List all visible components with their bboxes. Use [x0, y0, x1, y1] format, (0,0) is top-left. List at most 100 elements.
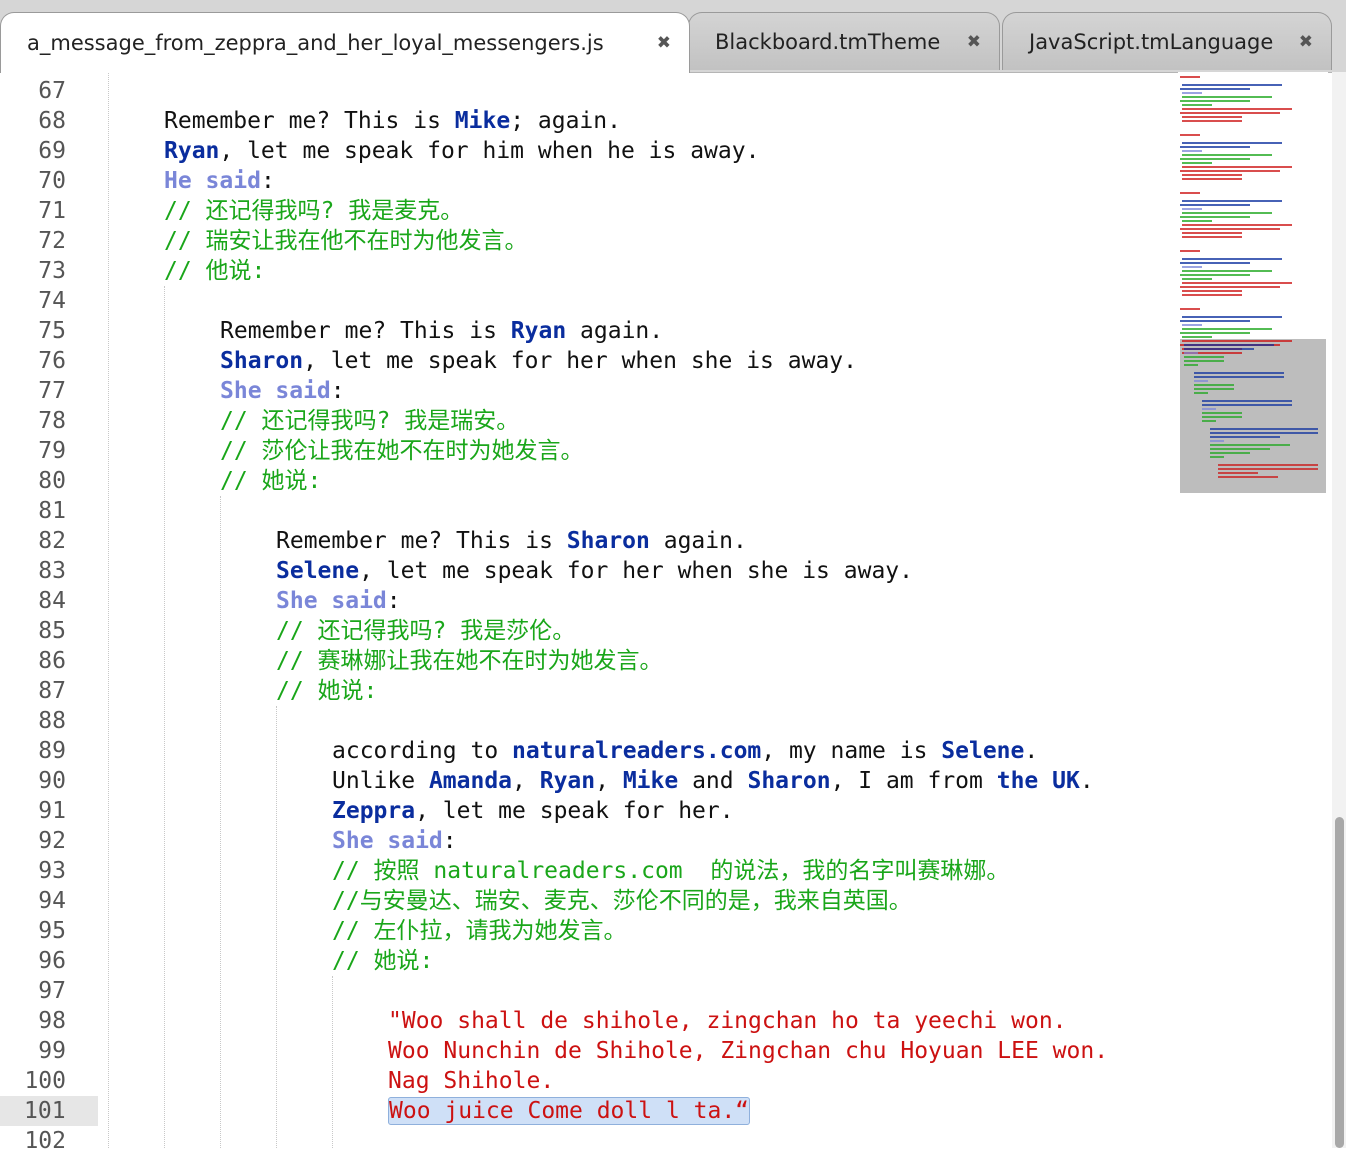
code-text: , I am from	[830, 768, 997, 794]
name-token: Selene	[276, 558, 360, 584]
minimap-line	[1180, 228, 1280, 230]
minimap-line	[1180, 158, 1250, 160]
minimap-line	[1210, 440, 1224, 442]
minimap-line	[1182, 282, 1292, 284]
minimap-line	[1180, 112, 1280, 114]
code-text: , let me speak for him when he is away.	[219, 138, 760, 164]
tab-active-js[interactable]: a_message_from_zeppra_and_her_loyal_mess…	[0, 12, 690, 73]
minimap-line	[1184, 364, 1198, 366]
name-token: Ryan	[164, 138, 220, 164]
minimap-line	[1184, 352, 1198, 354]
line-number: 100	[24, 1068, 66, 1094]
minimap-line	[1180, 320, 1250, 322]
minimap-line	[1180, 332, 1250, 334]
name-token: Sharon	[220, 348, 304, 374]
minimap-line	[1182, 324, 1202, 326]
line-number: 95	[38, 918, 66, 944]
minimap-line	[1218, 464, 1318, 466]
minimap-line	[1180, 262, 1250, 264]
line-number: 102	[24, 1128, 66, 1154]
minimap-line	[1182, 116, 1242, 118]
minimap-line	[1182, 212, 1272, 214]
minimap-line	[1182, 104, 1212, 106]
minimap-line	[1180, 170, 1280, 172]
minimap-line	[1184, 348, 1254, 350]
close-icon[interactable]: ✖	[1299, 32, 1313, 52]
close-icon[interactable]: ✖	[657, 33, 671, 53]
minimap-line	[1182, 208, 1202, 210]
name-token: naturalreaders.com	[512, 738, 762, 764]
minimap-line	[1182, 236, 1242, 238]
minimap-line	[1182, 174, 1242, 176]
minimap-line	[1210, 428, 1318, 430]
minimap-line	[1210, 436, 1280, 438]
comment-line-93: // 按照 naturalreaders.com 的说法，我的名字叫赛琳娜。	[332, 858, 1010, 884]
comment-line-78: // 还记得我吗? 我是瑞安。	[220, 408, 520, 434]
minimap-line	[1218, 476, 1278, 478]
line-number: 98	[38, 1008, 66, 1034]
minimap-line	[1202, 400, 1292, 402]
line-number: 73	[38, 258, 66, 284]
code-editor[interactable]: Remember me? This is Mike; again. Ryan, …	[108, 72, 1178, 1148]
minimap-line	[1180, 204, 1250, 206]
code-text: again.	[566, 318, 664, 344]
code-line-90: Unlike Amanda, Ryan, Mike and Sharon, I …	[332, 766, 1094, 796]
minimap-line	[1182, 120, 1242, 122]
close-icon[interactable]: ✖	[967, 32, 981, 52]
line-number: 77	[38, 378, 66, 404]
minimap-line	[1182, 220, 1212, 222]
tab-blackboard-theme[interactable]: Blackboard.tmTheme ✖	[688, 12, 1000, 70]
code-line-69: Ryan, let me speak for him when he is aw…	[164, 136, 759, 166]
code-line-89: according to naturalreaders.com, my name…	[332, 736, 1038, 766]
code-text: according to	[332, 738, 513, 764]
code-text: .	[1024, 738, 1039, 764]
scrollbar-thumb[interactable]	[1335, 817, 1344, 1148]
code-text: :	[442, 828, 457, 854]
minimap-line	[1180, 308, 1200, 310]
tab-label: a_message_from_zeppra_and_her_loyal_mess…	[27, 31, 604, 55]
line-number-gutter[interactable]: 67 68 69 70 71 72 73 74 75 76 77 78 79 8…	[0, 72, 100, 1154]
comment-line-80: // 她说:	[220, 468, 322, 494]
code-text: Remember me? This is	[220, 318, 511, 344]
name-token: Sharon	[566, 528, 650, 554]
vertical-scrollbar[interactable]	[1332, 72, 1346, 1148]
line-number: 88	[38, 708, 66, 734]
minimap-line	[1218, 472, 1258, 474]
minimap-line	[1182, 92, 1202, 94]
line-number: 67	[38, 78, 66, 104]
line-number: 96	[38, 948, 66, 974]
minimap-line	[1182, 154, 1272, 156]
indent-guide	[108, 72, 109, 1148]
minimap-line	[1182, 200, 1282, 202]
code-line-82: Remember me? This is Sharon again.	[276, 526, 747, 556]
comment-line-71: // 还记得我吗? 我是麦克。	[164, 198, 464, 224]
indent-guide	[220, 496, 221, 1148]
line-number: 97	[38, 978, 66, 1004]
code-text: :	[386, 588, 401, 614]
minimap-line	[1182, 316, 1282, 318]
line-number: 71	[38, 198, 66, 224]
minimap-line	[1210, 448, 1270, 450]
code-text: and	[678, 768, 748, 794]
tab-label: Blackboard.tmTheme	[715, 29, 941, 54]
minimap-line	[1182, 270, 1272, 272]
minimap[interactable]	[1178, 72, 1328, 1148]
line-number-current: 101	[0, 1096, 98, 1126]
tab-javascript-language[interactable]: JavaScript.tmLanguage ✖	[1002, 12, 1332, 70]
minimap-line	[1180, 88, 1250, 90]
minimap-line	[1202, 408, 1216, 410]
name-token: Mike	[622, 768, 679, 794]
minimap-line	[1182, 340, 1292, 342]
line-number: 70	[38, 168, 66, 194]
code-text: , let me speak for her.	[415, 798, 734, 824]
name-token: Mike	[454, 108, 511, 134]
minimap-line	[1180, 134, 1200, 136]
minimap-line	[1194, 372, 1284, 374]
line-number: 91	[38, 798, 66, 824]
comment-line-73: // 他说:	[164, 258, 266, 284]
comment-line-79: // 莎伦让我在她不在时为她发言。	[220, 438, 584, 464]
code-line-76: Sharon, let me speak for her when she is…	[220, 346, 857, 376]
code-line-75: Remember me? This is Ryan again.	[220, 316, 663, 346]
name-token: Selene	[941, 738, 1025, 764]
text-selection[interactable]: Woo juice Come doll l ta.“	[388, 1097, 751, 1125]
